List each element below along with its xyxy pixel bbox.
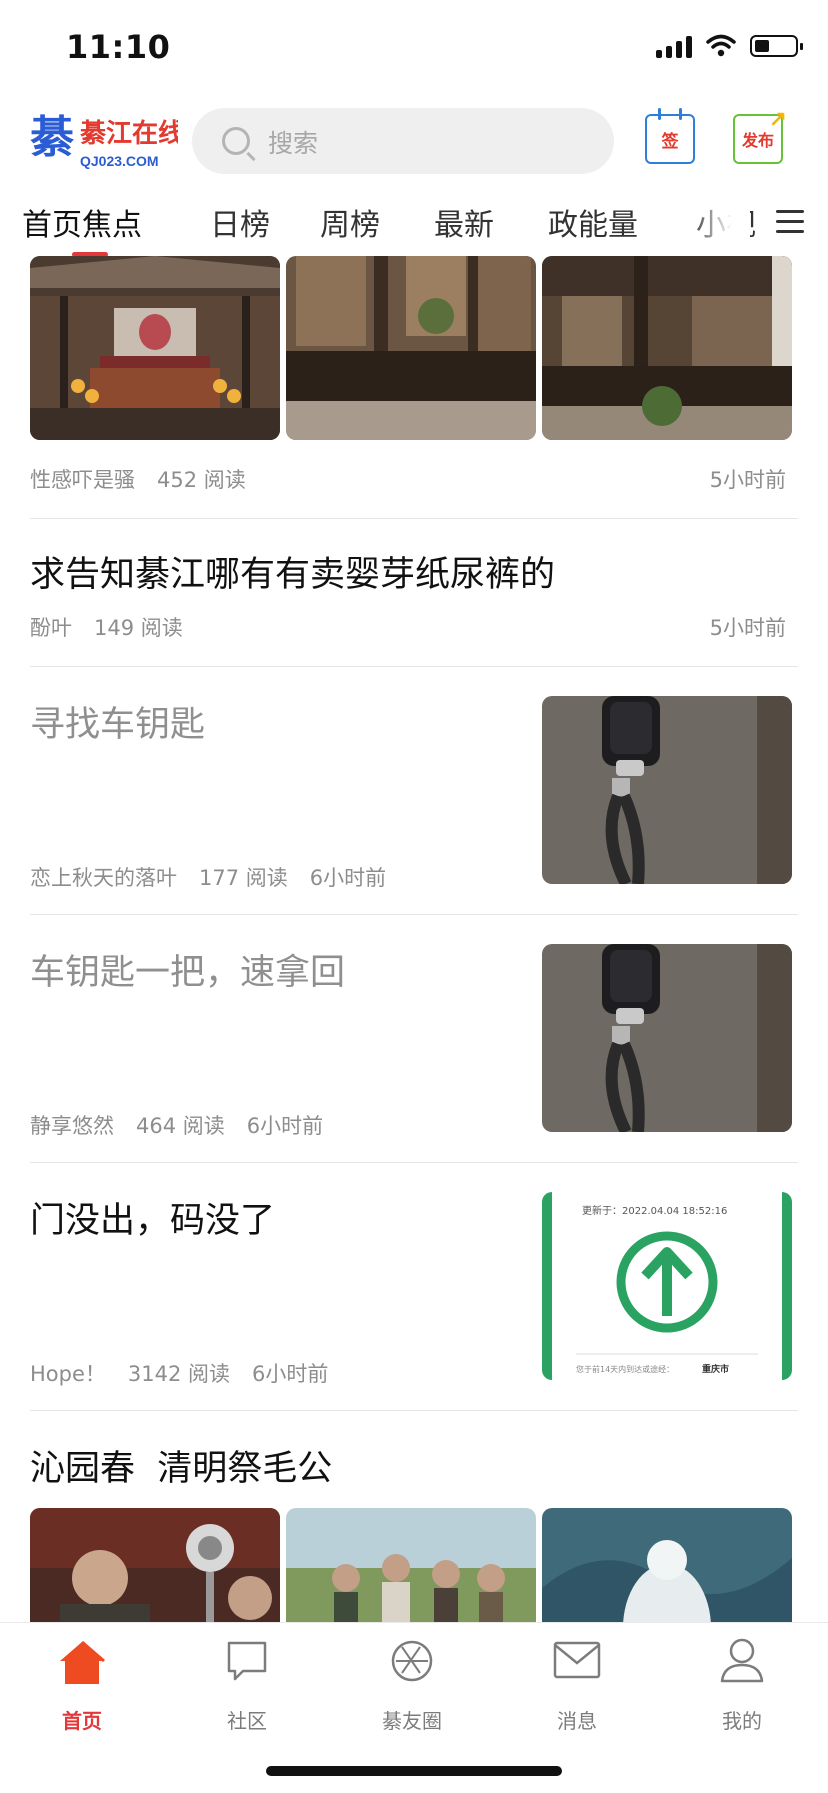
thumb-city: 重庆市: [702, 1363, 729, 1375]
logo-text: 綦江在线: [80, 119, 178, 149]
tab-positive-energy[interactable]: 政能量: [548, 200, 638, 244]
moments-icon: [391, 1640, 433, 1682]
tab-daily-rank[interactable]: 日榜: [210, 200, 270, 244]
post-title[interactable]: 求告知綦江哪有有卖婴芽纸尿裤的: [30, 546, 555, 597]
app-header: 綦 綦江在线 QJ023.COM 搜索 签 ↗ 发布: [0, 100, 828, 188]
post-thumbnail: [542, 696, 792, 884]
post-reads: 177 阅读: [199, 866, 288, 890]
publish-button[interactable]: ↗ 发布: [733, 108, 787, 164]
post-meta: 恋上秋天的落叶 177 阅读 6小时前: [30, 862, 408, 892]
post-meta: Hope！ 3142 阅读 6小时前: [30, 1358, 350, 1388]
divider: [30, 666, 798, 667]
status-icons: [656, 34, 803, 58]
post-time: 6小时前: [252, 1362, 329, 1386]
search-placeholder: 搜索: [268, 129, 319, 158]
post-meta: 酚叶 149 阅读: [30, 612, 205, 642]
post-meta: 静享悠然 464 阅读 6小时前: [30, 1110, 345, 1140]
post-author: 静享悠然: [30, 1114, 114, 1138]
post-image: [30, 1508, 280, 1622]
post-title[interactable]: 沁园春 清明祭毛公: [30, 1440, 332, 1491]
tab-latest[interactable]: 最新: [434, 200, 494, 244]
svg-text:綦: 綦: [30, 113, 75, 162]
home-indicator: [266, 1766, 562, 1776]
checkin-label: 签: [661, 131, 679, 152]
app-logo[interactable]: 綦 綦江在线 QJ023.COM: [30, 110, 178, 176]
category-tabs: 首页焦点 日榜 周榜 最新 政能量 小视: [0, 196, 828, 258]
post-title[interactable]: 寻找车钥匙: [30, 696, 205, 747]
tabbar-label: 綦友圈: [382, 1709, 442, 1733]
divider: [30, 914, 798, 915]
news-feed: 性感吓是骚 452 阅读 5小时前 求告知綦江哪有有卖婴芽纸尿裤的 酚叶 149 阅…: [0, 256, 828, 1622]
post-time: 5小时前: [709, 468, 786, 492]
wifi-icon: [706, 34, 736, 57]
logo-sub: QJ023.COM: [80, 153, 159, 169]
post-title[interactable]: 门没出，码没了: [30, 1192, 275, 1243]
home-icon: [60, 1640, 105, 1684]
search-icon: [222, 127, 250, 155]
post-meta: 性感吓是骚 452 阅读: [30, 464, 268, 494]
post-image: [286, 256, 536, 440]
cellular-signal-icon: [656, 34, 692, 58]
tabbar-label: 消息: [557, 1709, 597, 1733]
post-image: [542, 1508, 792, 1622]
community-icon: [227, 1641, 267, 1681]
divider: [30, 518, 798, 519]
post-title[interactable]: 车钥匙一把，速拿回: [30, 944, 345, 995]
post-time: 5小时前: [709, 616, 786, 640]
post-image: [286, 1508, 536, 1622]
post-time: 6小时前: [246, 1114, 324, 1138]
status-time: 11:10: [66, 28, 171, 66]
post-time: 6小时前: [309, 866, 387, 890]
post-reads: 452 阅读: [157, 468, 246, 492]
tab-fade: [690, 196, 750, 254]
battery-icon: [750, 35, 803, 57]
post-author: 酚叶: [30, 616, 72, 640]
search-bar[interactable]: 搜索: [192, 108, 614, 174]
divider: [30, 1410, 798, 1411]
post-thumbnail: 更新于：2022.04.04 18:52:16 您于前14天内到达或途经： 重庆…: [542, 1192, 792, 1380]
tabbar-label: 我的: [722, 1709, 762, 1733]
message-icon: [553, 1641, 601, 1679]
post-author: 性感吓是骚: [30, 468, 135, 492]
tabbar-label: 社区: [227, 1709, 267, 1733]
thumb-updated: 更新于：2022.04.04 18:52:16: [582, 1204, 727, 1217]
post-image: [30, 256, 280, 440]
post-author: Hope！: [30, 1362, 106, 1386]
tab-weekly-rank[interactable]: 周榜: [320, 200, 380, 244]
tabs-menu-icon[interactable]: [776, 210, 804, 234]
tabbar-label: 首页: [62, 1709, 102, 1733]
post-reads: 149 阅读: [94, 616, 183, 640]
post-image: [542, 256, 792, 440]
post-author: 恋上秋天的落叶: [30, 866, 177, 890]
checkin-button[interactable]: 签: [645, 108, 695, 164]
post-reads: 3142 阅读: [127, 1362, 231, 1386]
publish-arrow-icon: ↗: [768, 108, 787, 133]
status-bar: 11:10: [0, 0, 828, 96]
divider: [30, 1162, 798, 1163]
profile-icon: [720, 1638, 764, 1683]
post-thumbnail: [542, 944, 792, 1132]
thumb-footer: 您于前14天内到达或途经：: [576, 1364, 674, 1374]
post-reads: 464 阅读: [136, 1114, 225, 1138]
tab-home-focus[interactable]: 首页焦点: [22, 200, 142, 244]
